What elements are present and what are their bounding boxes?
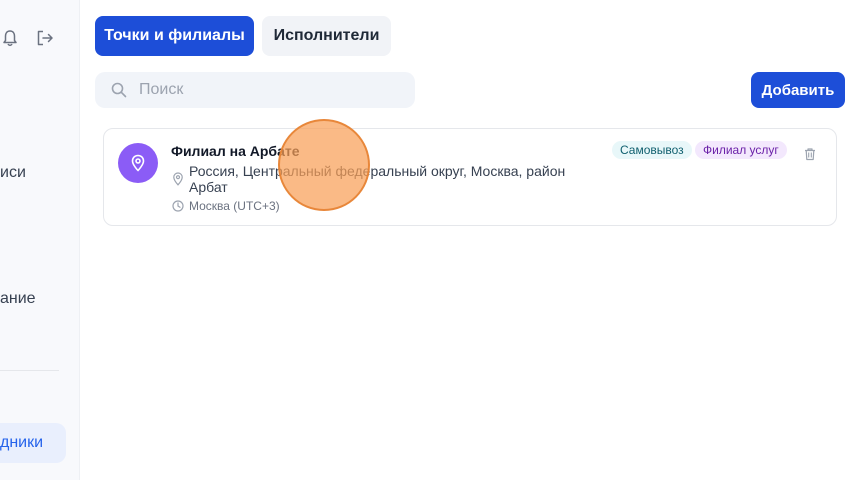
sidebar: иси ание дники	[0, 0, 80, 480]
branch-card[interactable]: Филиал на Арбате Россия, Центральный фед…	[103, 128, 837, 226]
tab-points-and-branches[interactable]: Точки и филиалы	[95, 16, 254, 56]
location-pin-icon	[173, 172, 183, 186]
search-input[interactable]	[139, 72, 399, 108]
bell-icon[interactable]	[0, 28, 20, 48]
branch-avatar	[118, 143, 158, 183]
sidebar-item-records[interactable]: иси	[0, 164, 26, 182]
add-button[interactable]: Добавить	[751, 72, 845, 108]
branch-timezone: Москва (UTC+3)	[189, 199, 280, 213]
search-icon	[111, 82, 127, 98]
sidebar-item-schedule[interactable]: ание	[0, 290, 36, 308]
clock-icon	[172, 200, 184, 212]
sidebar-divider	[0, 370, 59, 371]
logout-icon[interactable]	[35, 28, 55, 48]
sidebar-item-label: дники	[0, 434, 44, 451]
tab-executors[interactable]: Исполнители	[262, 16, 391, 56]
search-box	[95, 72, 415, 108]
sidebar-item-employees[interactable]: дники	[0, 423, 66, 463]
cursor-highlight	[278, 119, 370, 211]
trash-icon[interactable]	[803, 147, 817, 161]
badge-pickup: Самовывоз	[612, 141, 692, 159]
branch-address: Россия, Центральный федеральный округ, М…	[189, 163, 566, 195]
location-pin-icon	[131, 154, 145, 172]
badge-service-branch: Филиал услуг	[695, 141, 787, 159]
